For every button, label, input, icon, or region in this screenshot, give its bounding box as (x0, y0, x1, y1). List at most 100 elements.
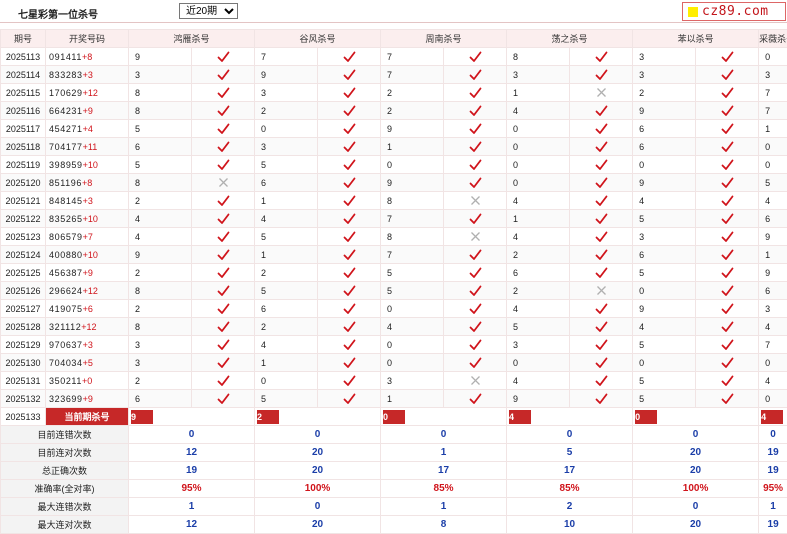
table-row: 2025116664231+98224975420全对 (1, 102, 787, 120)
kill-value-cell: 4 (507, 102, 570, 120)
stats-value: 0 (507, 426, 633, 444)
result-mark-cell (444, 156, 507, 174)
result-mark-cell (192, 84, 255, 102)
result-mark-cell (570, 228, 633, 246)
header-cell: 荡之杀号 (507, 30, 633, 48)
kill-value-cell: 2 (507, 246, 570, 264)
table-row: 2025129970637+334035779168 (1, 336, 787, 354)
result-mark-cell (318, 192, 381, 210)
check-icon (469, 357, 482, 369)
stats-value: 19 (759, 444, 787, 462)
kill-value-cell: 1 (507, 84, 570, 102)
result-mark-cell (318, 282, 381, 300)
kill-value-cell: 8 (507, 48, 570, 66)
issue-cell: 2025116 (1, 102, 46, 120)
draw-digits: 400880 (49, 250, 83, 260)
result-mark-cell (444, 84, 507, 102)
check-icon (721, 159, 734, 171)
kill-value-cell: 4 (507, 228, 570, 246)
stats-row: 最大连错次数10120102124 (1, 498, 787, 516)
issue-cell: 2025125 (1, 264, 46, 282)
stats-value: 0 (633, 498, 759, 516)
table-row: 2025128321112+128245441600全对 (1, 318, 787, 336)
kill-value-cell: 8 (129, 174, 192, 192)
check-icon (217, 159, 230, 171)
stats-value: 12 (129, 444, 255, 462)
result-mark-cell (192, 48, 255, 66)
kill-value-cell: 0 (633, 282, 696, 300)
result-mark-cell (696, 372, 759, 390)
kill-value-cell: 2 (381, 84, 444, 102)
draw-number-cell: 806579+7 (46, 228, 129, 246)
kill-value-cell: 0 (507, 174, 570, 192)
result-mark-cell (318, 138, 381, 156)
draw-number-cell: 323699+9 (46, 390, 129, 408)
draw-number-cell: 851196+8 (46, 174, 129, 192)
kill-value-cell: 5 (129, 156, 192, 174)
current-kill-cell: 9 (129, 408, 255, 426)
check-icon (343, 177, 356, 189)
draw-digits: 323699 (49, 394, 83, 404)
current-kill-cell: 4 (759, 408, 787, 426)
kill-value-cell: 7 (759, 102, 787, 120)
result-mark-cell (570, 390, 633, 408)
kill-value-cell: 0 (759, 138, 787, 156)
check-icon (721, 249, 734, 261)
result-mark-cell (192, 246, 255, 264)
kill-value-cell: 0 (507, 354, 570, 372)
draw-extra: +10 (83, 160, 98, 170)
result-mark-cell (192, 336, 255, 354)
result-mark-cell (696, 228, 759, 246)
draw-extra: +12 (81, 322, 96, 332)
kill-value-cell: 9 (381, 174, 444, 192)
check-icon (217, 123, 230, 135)
check-icon (217, 249, 230, 261)
result-mark-cell (696, 192, 759, 210)
kill-value-cell: 4 (381, 318, 444, 336)
check-icon (217, 141, 230, 153)
check-icon (343, 123, 356, 135)
draw-digits: 398959 (49, 160, 83, 170)
draw-extra: +11 (83, 142, 98, 152)
header-cell: 采薇杀号 (759, 30, 787, 48)
kill-value-cell: 5 (633, 336, 696, 354)
result-mark-cell (318, 156, 381, 174)
result-mark-cell (696, 300, 759, 318)
result-mark-cell (570, 120, 633, 138)
brand-logo[interactable]: cz89.com (682, 2, 786, 21)
check-icon (469, 267, 482, 279)
kill-value-cell: 4 (633, 192, 696, 210)
kill-value-cell: 0 (507, 156, 570, 174)
draw-digits: 170629 (49, 88, 83, 98)
stats-label: 目前连错次数 (1, 426, 129, 444)
kill-value-cell: 2 (633, 84, 696, 102)
period-select[interactable]: 近20期 (179, 3, 238, 19)
draw-number-cell: 835265+10 (46, 210, 129, 228)
header-cell: 鸿雁杀号 (129, 30, 255, 48)
issue-cell: 2025120 (1, 174, 46, 192)
stats-value: 19 (759, 516, 787, 534)
result-mark-cell (192, 228, 255, 246)
draw-extra: +3 (83, 196, 93, 206)
kill-value-cell: 1 (255, 246, 318, 264)
result-mark-cell (444, 228, 507, 246)
check-icon (343, 141, 356, 153)
issue-cell: 2025127 (1, 300, 46, 318)
kill-value-cell: 2 (381, 102, 444, 120)
check-icon (343, 285, 356, 297)
kill-value-cell: 3 (381, 372, 444, 390)
result-mark-cell (192, 318, 255, 336)
check-icon (469, 213, 482, 225)
stats-value: 0 (255, 426, 381, 444)
kill-value-cell: 3 (129, 336, 192, 354)
result-mark-cell (318, 228, 381, 246)
result-mark-cell (318, 120, 381, 138)
draw-extra: +9 (83, 268, 93, 278)
check-icon (343, 69, 356, 81)
check-icon (721, 195, 734, 207)
kill-value-cell: 3 (633, 48, 696, 66)
result-mark-cell (696, 210, 759, 228)
stats-label: 准确率(全对率) (1, 480, 129, 498)
check-icon (595, 321, 608, 333)
check-icon (217, 213, 230, 225)
